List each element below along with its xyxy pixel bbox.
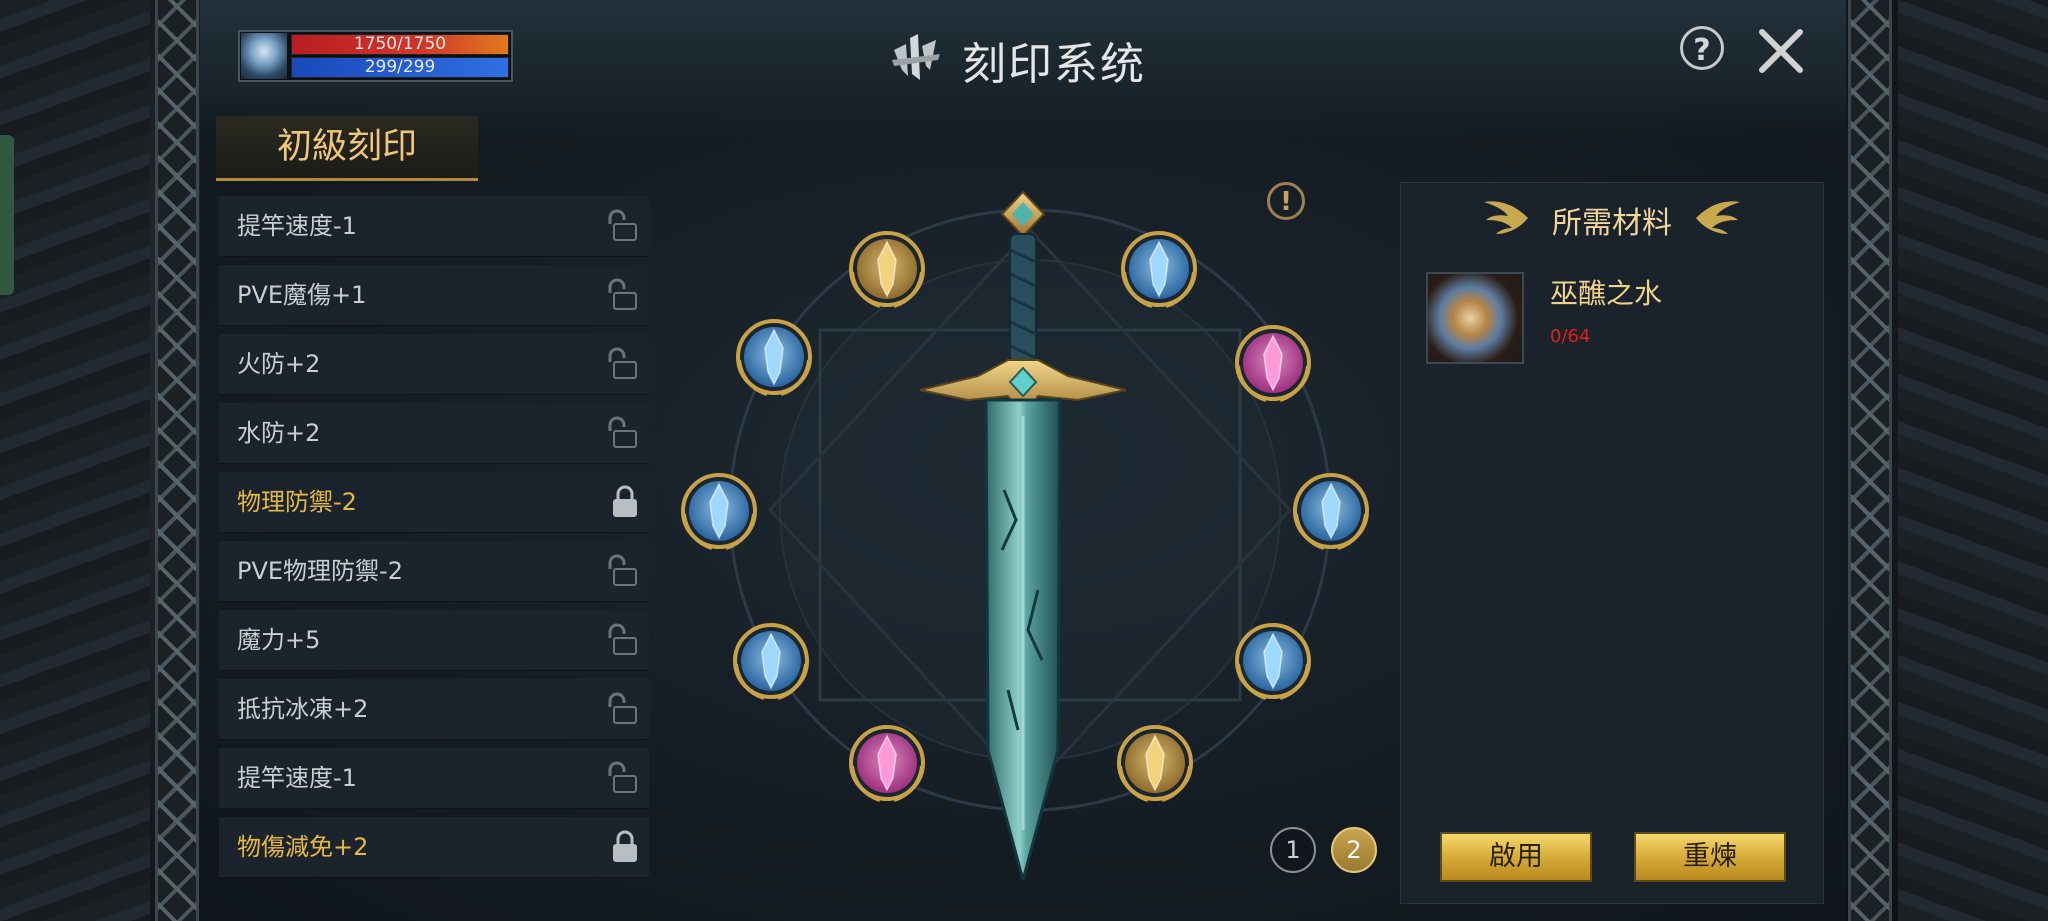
unlocked-icon[interactable]: [606, 691, 642, 727]
left-stone-wall: [0, 0, 150, 921]
inscription-label: 火防+2: [237, 350, 321, 378]
blue-gem-slot-icon[interactable]: [733, 316, 815, 398]
right-braid-border: [1848, 0, 1892, 921]
locked-icon[interactable]: [606, 829, 642, 865]
page-title: 刻印系统: [962, 39, 1146, 90]
blue-gem-slot-icon[interactable]: [678, 470, 760, 552]
inscription-label: PVE物理防禦-2: [237, 557, 403, 585]
unlocked-icon[interactable]: [606, 346, 642, 382]
unlocked-icon[interactable]: [606, 208, 642, 244]
material-count: 0/64: [1550, 326, 1591, 347]
blue-gem-slot-icon[interactable]: [730, 620, 812, 702]
unlocked-icon[interactable]: [606, 622, 642, 658]
locked-icon[interactable]: [606, 484, 642, 520]
inscription-label: 抵抗冰凍+2: [237, 695, 369, 723]
inscription-label: 水防+2: [237, 419, 321, 447]
right-stone-wall: [1898, 0, 2048, 921]
page-1-button[interactable]: 1: [1270, 827, 1316, 873]
close-x-icon[interactable]: [1756, 26, 1806, 76]
mp-bar: 299/299: [291, 57, 509, 78]
tab-label: 初級刻印: [276, 127, 417, 167]
inscription-label: 物理防禦-2: [237, 488, 357, 516]
hp-bar: 1750/1750: [291, 34, 509, 55]
left-braid-border: [155, 0, 199, 921]
unlocked-icon[interactable]: [606, 760, 642, 796]
enable-button[interactable]: 啟用: [1440, 832, 1592, 882]
unlocked-icon[interactable]: [606, 277, 642, 313]
material-item-icon[interactable]: [1426, 272, 1524, 364]
unlocked-icon[interactable]: [606, 553, 642, 589]
side-tab-edge[interactable]: [0, 135, 14, 295]
gold-gem-slot-icon[interactable]: [846, 228, 928, 310]
warning-icon[interactable]: !: [1267, 182, 1305, 220]
pink-gem-slot-icon[interactable]: [846, 722, 928, 804]
inscription-label: PVE魔傷+1: [237, 281, 367, 309]
inscription-label: 物傷減免+2: [237, 833, 369, 861]
inscription-icon: [892, 34, 940, 80]
inscription-label: 提竿速度-1: [237, 764, 357, 792]
material-name: 巫醮之水: [1550, 277, 1663, 310]
blue-gem-slot-icon[interactable]: [1232, 620, 1314, 702]
page-2-button[interactable]: 2: [1331, 827, 1377, 873]
question-circle-icon[interactable]: ?: [1680, 26, 1724, 70]
player-avatar[interactable]: [241, 33, 287, 79]
inscription-label: 提竿速度-1: [237, 212, 357, 240]
refine-button[interactable]: 重煉: [1634, 832, 1786, 882]
unlocked-icon[interactable]: [606, 415, 642, 451]
wing-right-icon: [1696, 201, 1740, 234]
blue-gem-slot-icon[interactable]: [1290, 470, 1372, 552]
materials-title: 所需材料: [1552, 206, 1672, 241]
blue-gem-slot-icon[interactable]: [1118, 228, 1200, 310]
sword-icon: [919, 190, 1127, 880]
inscription-label: 魔力+5: [237, 626, 321, 654]
pink-gem-slot-icon[interactable]: [1232, 322, 1314, 404]
